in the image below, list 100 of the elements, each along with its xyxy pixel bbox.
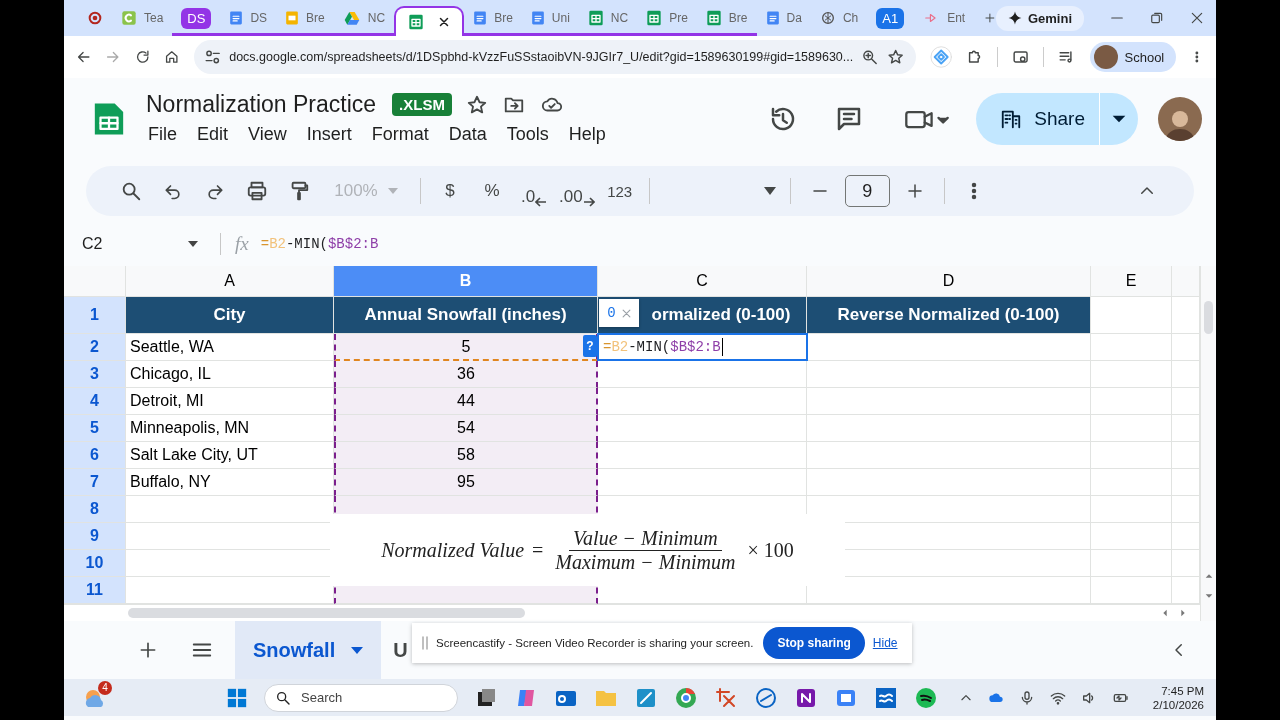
add-sheet-icon[interactable]	[138, 640, 158, 660]
name-box[interactable]: C2	[82, 235, 103, 253]
stop-sharing-button[interactable]: Stop sharing	[763, 627, 865, 659]
empty-cell[interactable]	[1091, 334, 1172, 361]
star-icon[interactable]	[465, 93, 488, 116]
browser-tab[interactable]: Da	[756, 0, 811, 36]
scrollbar-thumb[interactable]	[128, 608, 525, 618]
search-icon[interactable]	[120, 180, 142, 202]
caret-icon[interactable]	[351, 646, 364, 654]
formula-field[interactable]: =B2-MIN($B$2:B	[260, 236, 379, 252]
browser-tab[interactable]: Ch	[810, 0, 868, 36]
address-bar[interactable]: docs.google.com/spreadsheets/d/1DSpbhd-kVzzFuSSstaoibVN-9JGIr7_U/edit?gid=1589630199#gid=1589630...	[193, 40, 916, 74]
row-header[interactable]: 2	[64, 334, 126, 361]
caret-icon[interactable]	[188, 241, 198, 247]
star-icon[interactable]	[886, 48, 904, 66]
column-header[interactable]: A	[126, 266, 334, 297]
profile-button[interactable]: School	[1089, 42, 1177, 72]
menu-item[interactable]: File	[146, 122, 185, 147]
cell-editor[interactable]: =B2-MIN($B$2:B	[597, 333, 808, 361]
browser-tab[interactable]: Bre	[464, 0, 522, 36]
menu-item[interactable]: Data	[446, 122, 495, 147]
menu-item[interactable]: Insert	[304, 122, 360, 147]
sheet-tab[interactable]: Snowfall	[235, 621, 382, 679]
row-header[interactable]: 1	[64, 297, 126, 334]
empty-cell[interactable]	[807, 361, 1091, 388]
search-field[interactable]: Search	[264, 683, 458, 712]
menu-item[interactable]: Format	[369, 122, 437, 147]
empty-cell[interactable]	[1091, 415, 1172, 442]
browser-tab[interactable]: Uni	[521, 0, 579, 36]
browser-tab[interactable]: Ent	[913, 0, 975, 36]
row-header[interactable]: 7	[64, 469, 126, 496]
empty-cell[interactable]	[807, 469, 1091, 496]
empty-cell[interactable]	[807, 415, 1091, 442]
close-icon[interactable]	[1190, 11, 1204, 25]
number-format-button[interactable]: 123	[598, 175, 641, 207]
site-settings-icon[interactable]	[203, 48, 222, 66]
tab-group[interactable]: A1	[867, 0, 914, 36]
row-header[interactable]: 9	[64, 523, 126, 550]
restore-icon[interactable]	[1150, 11, 1164, 25]
browser-tab[interactable]: Bre	[276, 0, 334, 36]
row-header[interactable]: 3	[64, 361, 126, 388]
empty-cell[interactable]	[1091, 523, 1172, 550]
music-app-icon[interactable]	[914, 685, 938, 710]
snipping-icon[interactable]	[714, 685, 738, 710]
row-header[interactable]: 5	[64, 415, 126, 442]
row-header[interactable]: 4	[64, 388, 126, 415]
empty-cell[interactable]	[1091, 361, 1172, 388]
start-icon[interactable]	[226, 686, 248, 709]
reload-icon[interactable]	[134, 48, 151, 66]
browser-tab[interactable]: Bre	[696, 0, 757, 36]
sheet-tab[interactable]: U	[381, 621, 408, 679]
font-dropdown-icon[interactable]	[763, 187, 776, 195]
clock[interactable]: 7:45 PM 2/10/2026	[1152, 683, 1204, 712]
remote-desktop-icon[interactable]	[754, 685, 778, 710]
browser-icon[interactable]	[674, 685, 698, 710]
waves-icon[interactable]	[874, 685, 898, 710]
more-icon[interactable]	[970, 181, 977, 201]
browser-tab[interactable]: NC	[578, 0, 638, 36]
column-header[interactable]: B	[334, 266, 598, 297]
avatar[interactable]	[1158, 97, 1202, 141]
menu-item[interactable]: Edit	[195, 122, 237, 147]
browser-tab[interactable]: Pre	[637, 0, 697, 36]
close-icon[interactable]	[438, 16, 451, 28]
increase-font-icon[interactable]	[905, 182, 924, 200]
home-icon[interactable]	[164, 48, 180, 66]
currency-button[interactable]: $	[429, 175, 471, 207]
column-header[interactable]: D	[807, 266, 1091, 297]
increase-decimals-button[interactable]: .00	[555, 175, 599, 207]
zoom-icon[interactable]	[861, 48, 879, 66]
menu-item[interactable]: Help	[566, 122, 614, 147]
empty-cell[interactable]	[807, 388, 1091, 415]
percent-button[interactable]: %	[471, 175, 513, 207]
drag-handle-icon[interactable]	[422, 636, 428, 650]
empty-cell[interactable]	[1172, 266, 1200, 297]
empty-cell[interactable]	[1091, 388, 1172, 415]
browser-tab[interactable]: Tea	[112, 0, 173, 36]
row-header[interactable]: 8	[64, 496, 126, 523]
document-title[interactable]: Normalization Practice	[146, 91, 377, 118]
gemini-button[interactable]: Gemini	[995, 5, 1084, 31]
row-header[interactable]: 6	[64, 442, 126, 469]
browser-tab[interactable]	[394, 6, 465, 36]
font-size-field[interactable]: 9	[844, 175, 890, 207]
empty-cell[interactable]	[807, 442, 1091, 469]
browser-tab[interactable]: NC	[333, 0, 395, 36]
tab-group-chip[interactable]: DS	[181, 7, 212, 29]
row-header[interactable]: 11	[64, 577, 126, 604]
column-header[interactable]: C	[598, 266, 807, 297]
tab-group-chip[interactable]: A1	[876, 7, 905, 29]
row-header[interactable]: 10	[64, 550, 126, 577]
menu-item[interactable]: View	[246, 122, 295, 147]
scrollbar-thumb[interactable]	[1204, 301, 1213, 334]
menu-item[interactable]: Tools	[504, 122, 557, 147]
column-header[interactable]: E	[1091, 266, 1172, 297]
help-button[interactable]: ?	[583, 335, 597, 357]
tab-group[interactable]: DS	[172, 0, 221, 36]
hide-link[interactable]: Hide	[872, 636, 898, 650]
empty-cell[interactable]	[1091, 550, 1172, 577]
empty-cell[interactable]	[1091, 469, 1172, 496]
empty-cell[interactable]	[1091, 442, 1172, 469]
empty-cell[interactable]	[1091, 577, 1172, 604]
